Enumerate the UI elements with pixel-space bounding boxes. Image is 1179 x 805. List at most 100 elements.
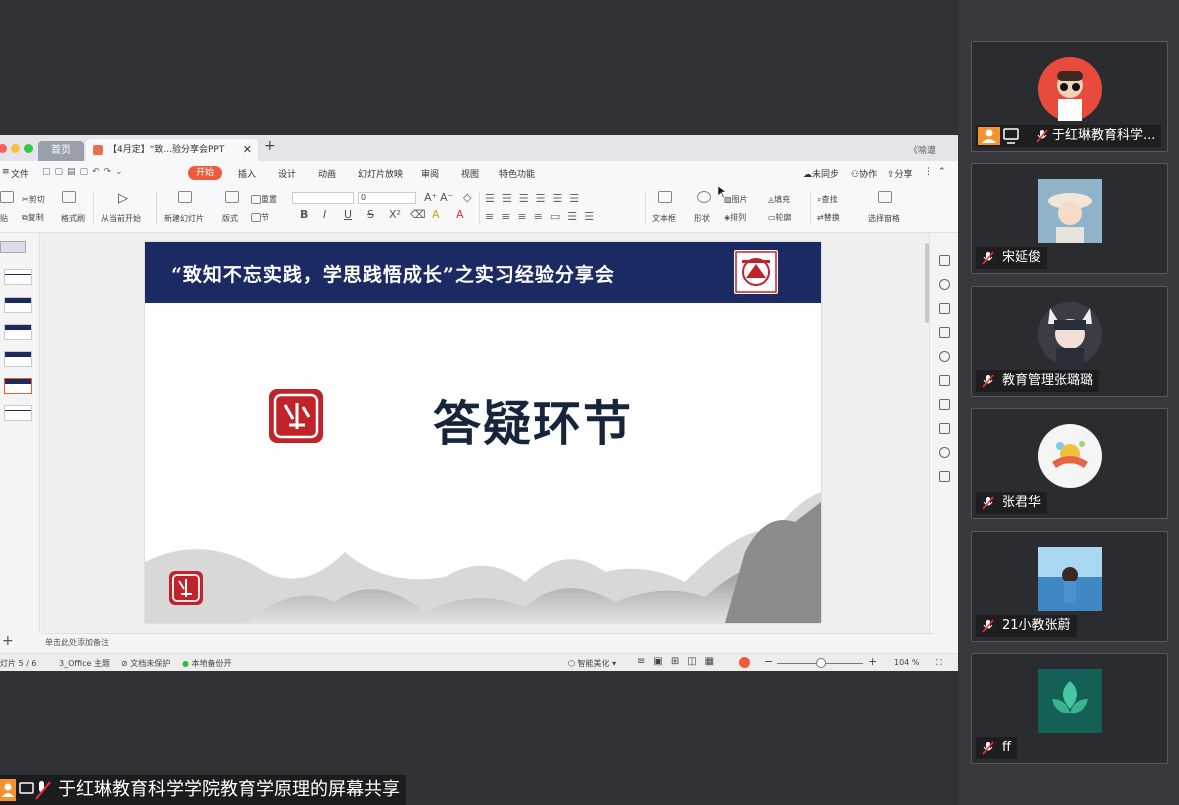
participant-tile[interactable]: 21小教张蔚: [971, 531, 1168, 642]
zoom-out-button[interactable]: −: [764, 655, 773, 668]
new-slide-icon[interactable]: [178, 191, 192, 203]
shape-icon[interactable]: [697, 191, 711, 203]
play-slideshow-icon[interactable]: [739, 657, 750, 668]
animation-icon[interactable]: [939, 303, 950, 314]
adjust-icon[interactable]: [939, 423, 950, 434]
paragraph-tools[interactable]: ☰☰☰☰☰☰: [485, 192, 586, 205]
collab-button[interactable]: ⚇协作: [851, 167, 877, 180]
underline-button[interactable]: U: [344, 208, 352, 221]
sync-status[interactable]: ☁未同步: [803, 167, 839, 180]
effects-icon[interactable]: [939, 327, 950, 338]
menu-special[interactable]: 特色功能: [499, 167, 535, 180]
view-mode-buttons[interactable]: ≡▣⊞◫▦: [637, 656, 722, 667]
tab-home[interactable]: 首页: [38, 141, 84, 161]
notes-area[interactable]: 单击此处添加备注: [41, 633, 935, 653]
share-label: 分享: [894, 170, 913, 180]
share-button[interactable]: ⇪分享: [887, 167, 913, 180]
menu-review[interactable]: 审阅: [421, 167, 439, 180]
user-account[interactable]: 《喻遭: [909, 143, 936, 156]
quick-access-icons[interactable]: ▢▢▤▢↶↷⌄: [42, 167, 127, 177]
participant-tile[interactable]: 张君华: [971, 408, 1168, 519]
clear-format-button[interactable]: ⌫: [410, 208, 426, 221]
minimize-window-icon[interactable]: [11, 144, 20, 153]
slide-thumbnail[interactable]: [4, 297, 32, 313]
template-icon[interactable]: [939, 375, 950, 386]
settings-icon[interactable]: [939, 351, 950, 362]
italic-button[interactable]: I: [323, 208, 326, 221]
font-name-select[interactable]: [292, 192, 354, 204]
layout-button[interactable]: 版式: [222, 213, 238, 224]
cut-button[interactable]: ✂剪切: [22, 194, 45, 205]
participant-tile[interactable]: 教育管理张璐璐: [971, 286, 1168, 397]
play-icon[interactable]: ▷: [118, 191, 128, 206]
backup-icon[interactable]: [939, 471, 950, 482]
font-size-select[interactable]: 0: [358, 192, 416, 204]
slide-thumbnail[interactable]: [4, 269, 32, 285]
new-slide-button[interactable]: 新建幻灯片: [164, 213, 204, 224]
find-button[interactable]: ⌕查找: [817, 194, 837, 205]
muted-mic-icon: [982, 741, 994, 755]
beautify-button[interactable]: ⬡ 智能美化 ▾: [568, 658, 616, 669]
menu-insert[interactable]: 插入: [238, 167, 256, 180]
alignment-tools[interactable]: ≡≡≡≡▭☰☰: [485, 210, 601, 223]
participant-tile[interactable]: ff: [971, 653, 1168, 764]
more-icon[interactable]: ⋮: [924, 167, 933, 177]
view-toggle[interactable]: [0, 241, 26, 253]
slide-thumbnail[interactable]: [4, 351, 32, 367]
hamburger-icon[interactable]: ≡: [2, 167, 10, 177]
add-slide-button[interactable]: +: [2, 633, 14, 649]
text-box-button[interactable]: 文本框: [652, 213, 676, 224]
menu-animation[interactable]: 动画: [318, 167, 336, 180]
arrange-button[interactable]: ◈排列: [724, 212, 746, 223]
menu-file[interactable]: 文件: [11, 167, 29, 180]
font-color-button[interactable]: A: [456, 208, 464, 221]
maximize-window-icon[interactable]: [24, 144, 33, 153]
tab-document[interactable]: 【4月定】“致...验分享会PPT ✕: [86, 139, 258, 161]
menu-view[interactable]: 视图: [461, 167, 479, 180]
participant-tile[interactable]: 于红琳教育科学...: [971, 41, 1168, 152]
copy-button[interactable]: ⧉复制: [22, 212, 44, 223]
replace-button[interactable]: ⇄替换: [817, 212, 840, 223]
slide-thumbnail[interactable]: [4, 324, 32, 340]
select-pane-button[interactable]: 选择窗格: [868, 213, 900, 224]
bold-button[interactable]: B: [300, 208, 308, 221]
current-slide[interactable]: “致知不忘实践，学思践悟成长”之实习经验分享会 答疑环节: [145, 242, 821, 623]
slide-thumbnail-active[interactable]: [4, 378, 32, 394]
from-current-button[interactable]: 从当前开始: [101, 213, 141, 224]
layout-icon[interactable]: [225, 191, 239, 203]
format-painter-button[interactable]: [62, 191, 76, 203]
new-tab-button[interactable]: +: [264, 138, 276, 154]
close-tab-icon[interactable]: ✕: [243, 139, 252, 161]
outline-button[interactable]: ▭轮廓: [768, 212, 792, 223]
strikethrough-button[interactable]: S: [367, 208, 374, 221]
menu-design[interactable]: 设计: [278, 167, 296, 180]
highlight-button[interactable]: A: [432, 208, 440, 221]
close-window-icon[interactable]: [0, 144, 7, 153]
properties-icon[interactable]: [939, 255, 950, 266]
text-box-icon[interactable]: [658, 191, 672, 203]
superscript-button[interactable]: X²: [389, 208, 401, 221]
backup-status[interactable]: ● 本地备份开: [182, 658, 232, 669]
participant-tile[interactable]: 宋延俊: [971, 163, 1168, 274]
section-button[interactable]: 节: [251, 212, 269, 223]
zoom-slider-handle[interactable]: [816, 658, 826, 668]
menu-slideshow[interactable]: 幻灯片放映: [358, 167, 403, 180]
pin-icon[interactable]: [939, 399, 950, 410]
zoom-in-button[interactable]: +: [868, 655, 877, 668]
select-pane-icon[interactable]: [878, 191, 892, 203]
picture-button[interactable]: ▨图片: [724, 194, 748, 205]
paste-button[interactable]: [0, 191, 14, 203]
slide-thumbnail[interactable]: [4, 405, 32, 421]
eraser-icon[interactable]: ◇: [463, 191, 471, 204]
reset-button[interactable]: 重置: [251, 194, 277, 205]
shape-button[interactable]: 形状: [694, 213, 710, 224]
shape-style-icon[interactable]: [939, 279, 950, 290]
fill-button[interactable]: ◬填充: [768, 194, 790, 205]
protect-status[interactable]: ⊘ 文档未保护: [121, 658, 170, 669]
font-shrink-button[interactable]: A⁻: [440, 191, 453, 204]
font-grow-button[interactable]: A⁺: [424, 191, 437, 204]
history-icon[interactable]: [939, 447, 950, 458]
fit-window-icon[interactable]: ⛶: [936, 658, 942, 668]
menu-start[interactable]: 开始: [188, 166, 222, 180]
collapse-ribbon-icon[interactable]: ⌃: [938, 167, 946, 177]
